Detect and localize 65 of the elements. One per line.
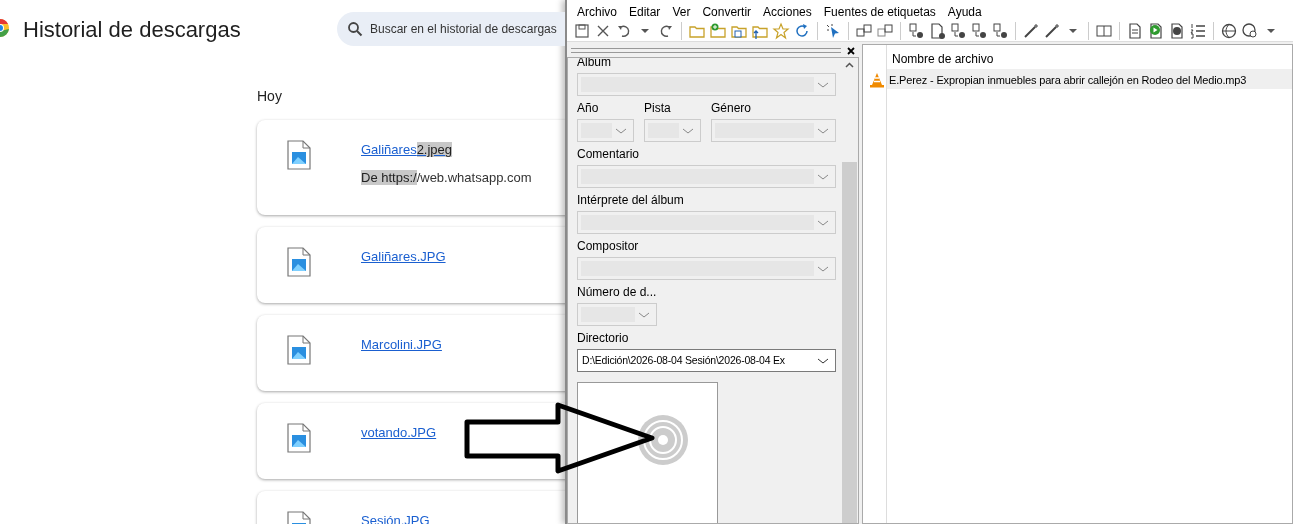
copy-tag-icon[interactable]	[855, 21, 873, 40]
chevron-icon	[817, 172, 829, 181]
traffic-cone-icon	[869, 72, 885, 88]
star-icon[interactable]	[772, 21, 790, 40]
image-file-icon	[287, 423, 311, 453]
disc-icon	[636, 413, 689, 466]
file-link[interactable]: votando.JPG	[361, 423, 437, 443]
numbered-list-icon[interactable]	[1189, 21, 1207, 40]
menu-item[interactable]: Ver	[666, 0, 697, 20]
tag-convert-icon[interactable]	[907, 21, 925, 40]
field-label: Directorio	[577, 330, 630, 347]
chevron-icon	[817, 264, 829, 273]
file-link[interactable]: Galiñares2.jpeg	[361, 140, 453, 160]
chevron-icon	[615, 126, 627, 135]
paste-tag-icon[interactable]	[876, 21, 894, 40]
refresh-icon[interactable]	[793, 21, 811, 40]
image-file-icon	[287, 247, 311, 277]
file-row[interactable]: E.Perez - Expropian inmuebles para abrir callejón en Rodeo del Medio.mp3	[887, 69, 1292, 89]
file-convert-icon[interactable]	[928, 21, 946, 40]
save-icon[interactable]	[573, 21, 591, 40]
section-heading: Hoy	[257, 87, 282, 106]
globe-search-icon[interactable]	[1241, 21, 1259, 40]
tag-file-icon[interactable]	[991, 21, 1009, 40]
chevron-icon	[817, 356, 829, 365]
chevron-icon	[682, 126, 694, 135]
document-icon[interactable]	[1126, 21, 1144, 40]
folder-add-icon[interactable]	[709, 21, 727, 40]
field-label: Género	[711, 100, 753, 117]
menu-item[interactable]: Archivo	[571, 0, 623, 20]
circle-logo-icon	[0, 18, 9, 38]
chevron-icon	[817, 126, 829, 135]
globe-icon[interactable]	[1220, 21, 1238, 40]
field-label: Intérprete del álbum	[577, 192, 685, 209]
search-icon	[347, 21, 363, 37]
chevron-icon	[817, 80, 829, 89]
chevron-icon	[817, 218, 829, 227]
menu-item[interactable]: Editar	[623, 0, 667, 20]
scrollbar-thumb[interactable]	[842, 162, 857, 523]
search-field[interactable]: Buscar en el historial de descargas	[337, 12, 565, 46]
field-label: Comentario	[577, 146, 641, 163]
page-title: Historial de descargas	[23, 15, 241, 44]
chevron-icon	[638, 310, 650, 319]
close-icon[interactable]	[847, 46, 855, 55]
image-file-icon	[287, 140, 311, 170]
menu-item[interactable]: Fuentes de etiquetas	[817, 0, 942, 20]
export-document-icon[interactable]	[1168, 21, 1186, 40]
file-tag-icon[interactable]	[949, 21, 967, 40]
field-label: Año	[577, 100, 600, 117]
file-link[interactable]: Marcolini.JPG	[361, 335, 442, 355]
menu-item[interactable]: Convertir	[696, 0, 758, 20]
source-url: De https://web.whatsapp.com	[361, 168, 532, 187]
field-label: Número de d...	[577, 284, 657, 301]
wand-icon[interactable]	[1022, 21, 1040, 40]
wand-icon[interactable]	[1043, 21, 1061, 40]
field-label: Album	[577, 58, 612, 71]
play-document-icon[interactable]	[1147, 21, 1165, 40]
menu-item[interactable]: Ayuda	[941, 0, 988, 20]
image-file-icon	[287, 335, 311, 365]
menu-item[interactable]: Acciones	[757, 0, 818, 20]
dropdown-field[interactable]: D:\Edición\2026-08-04 Sesión\2026-08-04 Ex	[577, 349, 836, 372]
column-header[interactable]: Nombre de archivo	[887, 45, 1292, 69]
field-label: Compositor	[577, 238, 640, 255]
file-link[interactable]: Galiñares.JPG	[361, 247, 446, 267]
field-label: Pista	[644, 100, 672, 117]
text-tag-icon[interactable]	[970, 21, 988, 40]
